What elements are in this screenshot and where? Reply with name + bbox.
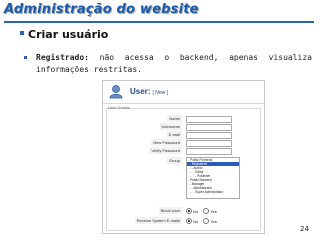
block-user-label: Block User bbox=[158, 207, 182, 214]
radio-no-label: No bbox=[193, 208, 199, 214]
group-row: Group - Public Frontend . - Registered .… bbox=[107, 157, 260, 199]
slide-title: Administração do website bbox=[4, 2, 199, 17]
group-select-list[interactable]: - Public Frontend . - Registered . . - A… bbox=[186, 157, 240, 199]
fieldset-legend: User Details bbox=[108, 105, 130, 110]
block-no-radio[interactable] bbox=[186, 208, 192, 214]
screenshot-header: User:[ New ] bbox=[103, 81, 264, 104]
sub-bullet: Registrado: não acessa o backend, apenas… bbox=[24, 52, 312, 76]
block-user-radios: No Yes bbox=[186, 208, 221, 214]
main-bullet-text: Criar usuário bbox=[28, 28, 109, 41]
radio-yes-label: Yes bbox=[210, 218, 217, 224]
field-row: E-mail bbox=[107, 131, 260, 139]
block-user-row: Block User No Yes bbox=[107, 207, 260, 214]
header-title: User:[ New ] bbox=[130, 87, 168, 96]
header-subtitle: [ New ] bbox=[152, 90, 169, 96]
username-input[interactable] bbox=[186, 124, 232, 131]
field-row: Verify Password bbox=[107, 147, 260, 155]
field-row: New Password bbox=[107, 139, 260, 147]
receive-emails-radios: No Yes bbox=[186, 218, 221, 224]
page-number: 24 bbox=[300, 225, 309, 233]
main-bullet: Criar usuário bbox=[20, 28, 108, 41]
sub-bullet-bold: Registrado: bbox=[36, 53, 89, 62]
group-label: Group bbox=[166, 157, 182, 164]
bullet-square-icon bbox=[24, 56, 27, 59]
user-icon bbox=[109, 85, 123, 99]
field-label: Verify Password bbox=[149, 147, 182, 154]
new-password-input[interactable] bbox=[186, 140, 232, 147]
user-details-fieldset: Name Username E-mail New Password Verify… bbox=[106, 108, 261, 231]
header-title-text: User: bbox=[130, 87, 151, 96]
field-label: E-mail bbox=[166, 131, 182, 138]
field-row: Name bbox=[107, 115, 260, 123]
block-yes-radio[interactable] bbox=[203, 208, 210, 214]
name-input[interactable] bbox=[186, 116, 232, 123]
emails-yes-radio[interactable] bbox=[203, 218, 210, 224]
verify-password-input[interactable] bbox=[186, 148, 232, 155]
field-label: Name bbox=[167, 115, 182, 122]
embedded-screenshot: User:[ New ] Name Username E-mail New Pa… bbox=[102, 80, 265, 234]
emails-no-radio[interactable] bbox=[186, 218, 192, 224]
bullet-square-icon bbox=[20, 31, 24, 35]
field-label: Username bbox=[159, 123, 182, 130]
receive-emails-label: Receive System E-mails bbox=[134, 217, 182, 224]
receive-emails-row: Receive System E-mails No Yes bbox=[107, 217, 260, 224]
email-input[interactable] bbox=[186, 132, 232, 139]
title-divider bbox=[4, 21, 314, 23]
group-option[interactable]: . . . - Super Administrator bbox=[187, 190, 239, 194]
field-label: New Password bbox=[151, 139, 182, 146]
radio-no-label: No bbox=[193, 218, 199, 224]
radio-yes-label: Yes bbox=[210, 208, 217, 214]
field-row: Username bbox=[107, 123, 260, 131]
